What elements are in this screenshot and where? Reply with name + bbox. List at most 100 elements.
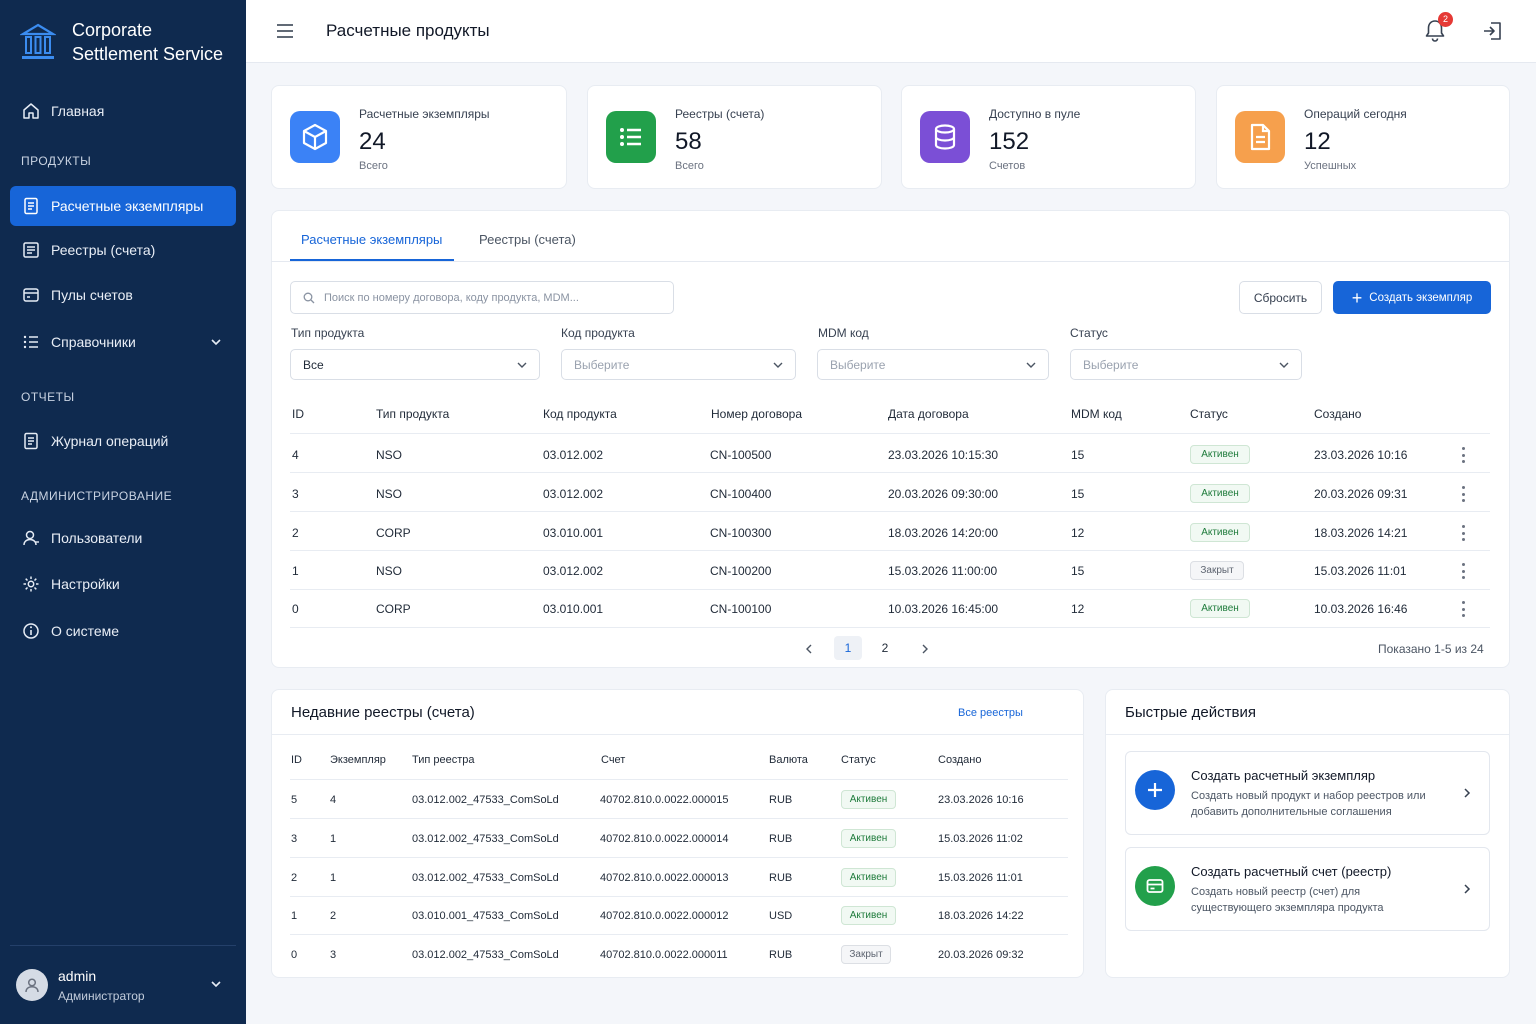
sidebar-item-instances[interactable]: Расчетные экземпляры (10, 186, 236, 226)
plus-icon (1135, 770, 1175, 810)
cell-created: 20.03.2026 09:31 (1314, 487, 1408, 501)
sidebar-item-settings[interactable]: Настройки (10, 564, 236, 604)
stat-card-operations: Операций сегодня 12 Успешных (1216, 85, 1510, 189)
sidebar-item-users[interactable]: Пользователи (10, 518, 236, 558)
column-header[interactable]: MDM код (1071, 407, 1122, 421)
cell-id: 2 (291, 872, 298, 884)
row-menu-icon[interactable] (1458, 447, 1468, 463)
cell-id: 2 (292, 526, 299, 540)
product-type-select[interactable]: Все (290, 349, 540, 380)
chevron-left-icon[interactable] (805, 643, 813, 655)
sidebar-item-label: Расчетные экземпляры (51, 198, 204, 214)
column-header[interactable]: Создано (1314, 407, 1361, 421)
cell-type: CORP (376, 526, 411, 540)
brand-line2: Settlement Service (72, 44, 224, 64)
cell-contract: CN-100300 (710, 526, 772, 540)
cell-mdm: 12 (1071, 526, 1085, 540)
bank-logo-icon (20, 23, 56, 59)
hamburger-menu-icon[interactable] (276, 23, 294, 39)
column-header[interactable]: Статус (841, 754, 876, 766)
sidebar-item-journal[interactable]: Журнал операций (10, 421, 236, 461)
gear-icon (23, 576, 39, 592)
tab-instances[interactable]: Расчетные экземпляры (301, 232, 442, 247)
cell-currency: RUB (769, 833, 793, 845)
cell-type: NSO (376, 564, 403, 578)
cell-mdm: 12 (1071, 602, 1085, 616)
table-divider (290, 472, 1490, 473)
cell-code: 03.012.002 (543, 487, 604, 501)
column-header[interactable]: Валюта (769, 754, 808, 766)
chevron-right-icon[interactable] (921, 643, 929, 655)
registry-icon (23, 242, 39, 258)
page-button[interactable]: 1 (834, 636, 862, 660)
cell-contract: CN-100100 (710, 602, 772, 616)
action-description: Создать новый продукт и набор реестров и… (1191, 790, 1426, 818)
mdm-code-select[interactable]: Выберите (817, 349, 1049, 380)
user-menu[interactable]: admin Администратор (16, 962, 232, 1008)
page-button[interactable]: 2 (871, 636, 899, 660)
product-code-select[interactable]: Выберите (561, 349, 796, 380)
status-select[interactable]: Выберите (1070, 349, 1302, 380)
column-header[interactable]: Код продукта (543, 407, 617, 421)
sidebar-item-registries[interactable]: Реестры (счета) (10, 230, 236, 270)
search-input[interactable] (324, 291, 654, 304)
create-instance-button[interactable]: + Создать экземпляр (1333, 281, 1491, 314)
cell-mdm: 15 (1071, 487, 1085, 501)
column-header[interactable]: ID (291, 754, 302, 766)
panel-divider (1105, 734, 1510, 735)
sidebar-item-directories[interactable]: Справочники (10, 322, 236, 362)
cell-id: 5 (291, 794, 298, 806)
column-header[interactable]: Тип продукта (376, 407, 449, 421)
stat-value: 24 (359, 128, 386, 155)
cell-created: 18.03.2026 14:22 (938, 910, 1024, 922)
row-menu-icon[interactable] (1458, 525, 1468, 541)
card-icon (1135, 866, 1175, 906)
stat-card-registries: Реестры (счета) 58 Всего (587, 85, 882, 189)
stat-value: 12 (1304, 128, 1331, 155)
cell-type: NSO (376, 448, 403, 462)
column-header[interactable]: Экземпляр (330, 754, 386, 766)
plus-icon: + (1351, 287, 1363, 308)
row-menu-icon[interactable] (1458, 486, 1468, 502)
stat-label: Операций сегодня (1304, 107, 1407, 121)
home-icon (23, 103, 39, 119)
cell-contract-date: 20.03.2026 09:30:00 (888, 487, 999, 501)
cell-id: 1 (292, 564, 299, 578)
pagination-summary: Показано 1-5 из 24 (1378, 642, 1484, 656)
logout-icon[interactable] (1482, 20, 1504, 42)
create-instance-action[interactable]: Создать расчетный экземпляр Создать новы… (1125, 751, 1490, 835)
cell-contract-date: 15.03.2026 11:00:00 (888, 564, 998, 578)
column-header[interactable]: ID (292, 407, 304, 421)
tab-registries[interactable]: Реестры (счета) (479, 232, 576, 247)
column-header[interactable]: Создано (938, 754, 981, 766)
sidebar-item-about[interactable]: О системе (10, 611, 236, 651)
column-header[interactable]: Дата договора (888, 407, 969, 421)
column-header[interactable]: Статус (1190, 407, 1228, 421)
reset-button[interactable]: Сбросить (1239, 281, 1322, 314)
stat-label: Реестры (счета) (675, 107, 765, 121)
status-badge: Активен (1190, 484, 1250, 503)
stat-value: 152 (989, 128, 1030, 155)
filter-label: Статус (1070, 326, 1108, 340)
select-value: Выберите (574, 357, 630, 372)
stat-label: Доступно в пуле (989, 107, 1081, 121)
cell-created: 15.03.2026 11:01 (938, 872, 1023, 884)
brand[interactable]: Corporate Settlement Service (20, 18, 223, 66)
sidebar-item-home[interactable]: Главная (10, 91, 236, 131)
stat-label: Расчетные экземпляры (359, 107, 490, 121)
column-header[interactable]: Тип реестра (412, 754, 475, 766)
column-header[interactable]: Номер договора (711, 407, 802, 421)
create-account-action[interactable]: Создать расчетный счет (реестр) Создать … (1125, 847, 1490, 931)
list-icon (23, 335, 38, 349)
search-box[interactable] (290, 281, 674, 314)
user-icon (25, 978, 39, 993)
cell-contract-date: 23.03.2026 10:15:30 (888, 448, 999, 462)
row-menu-icon[interactable] (1458, 601, 1468, 617)
column-header[interactable]: Счет (601, 754, 625, 766)
sidebar-divider (10, 945, 236, 946)
user-role: Администратор (58, 988, 145, 1003)
all-registries-link[interactable]: Все реестры (958, 707, 1023, 719)
sidebar-item-label: Реестры (счета) (51, 242, 156, 258)
row-menu-icon[interactable] (1458, 563, 1468, 579)
sidebar-item-pools[interactable]: Пулы счетов (10, 275, 236, 315)
